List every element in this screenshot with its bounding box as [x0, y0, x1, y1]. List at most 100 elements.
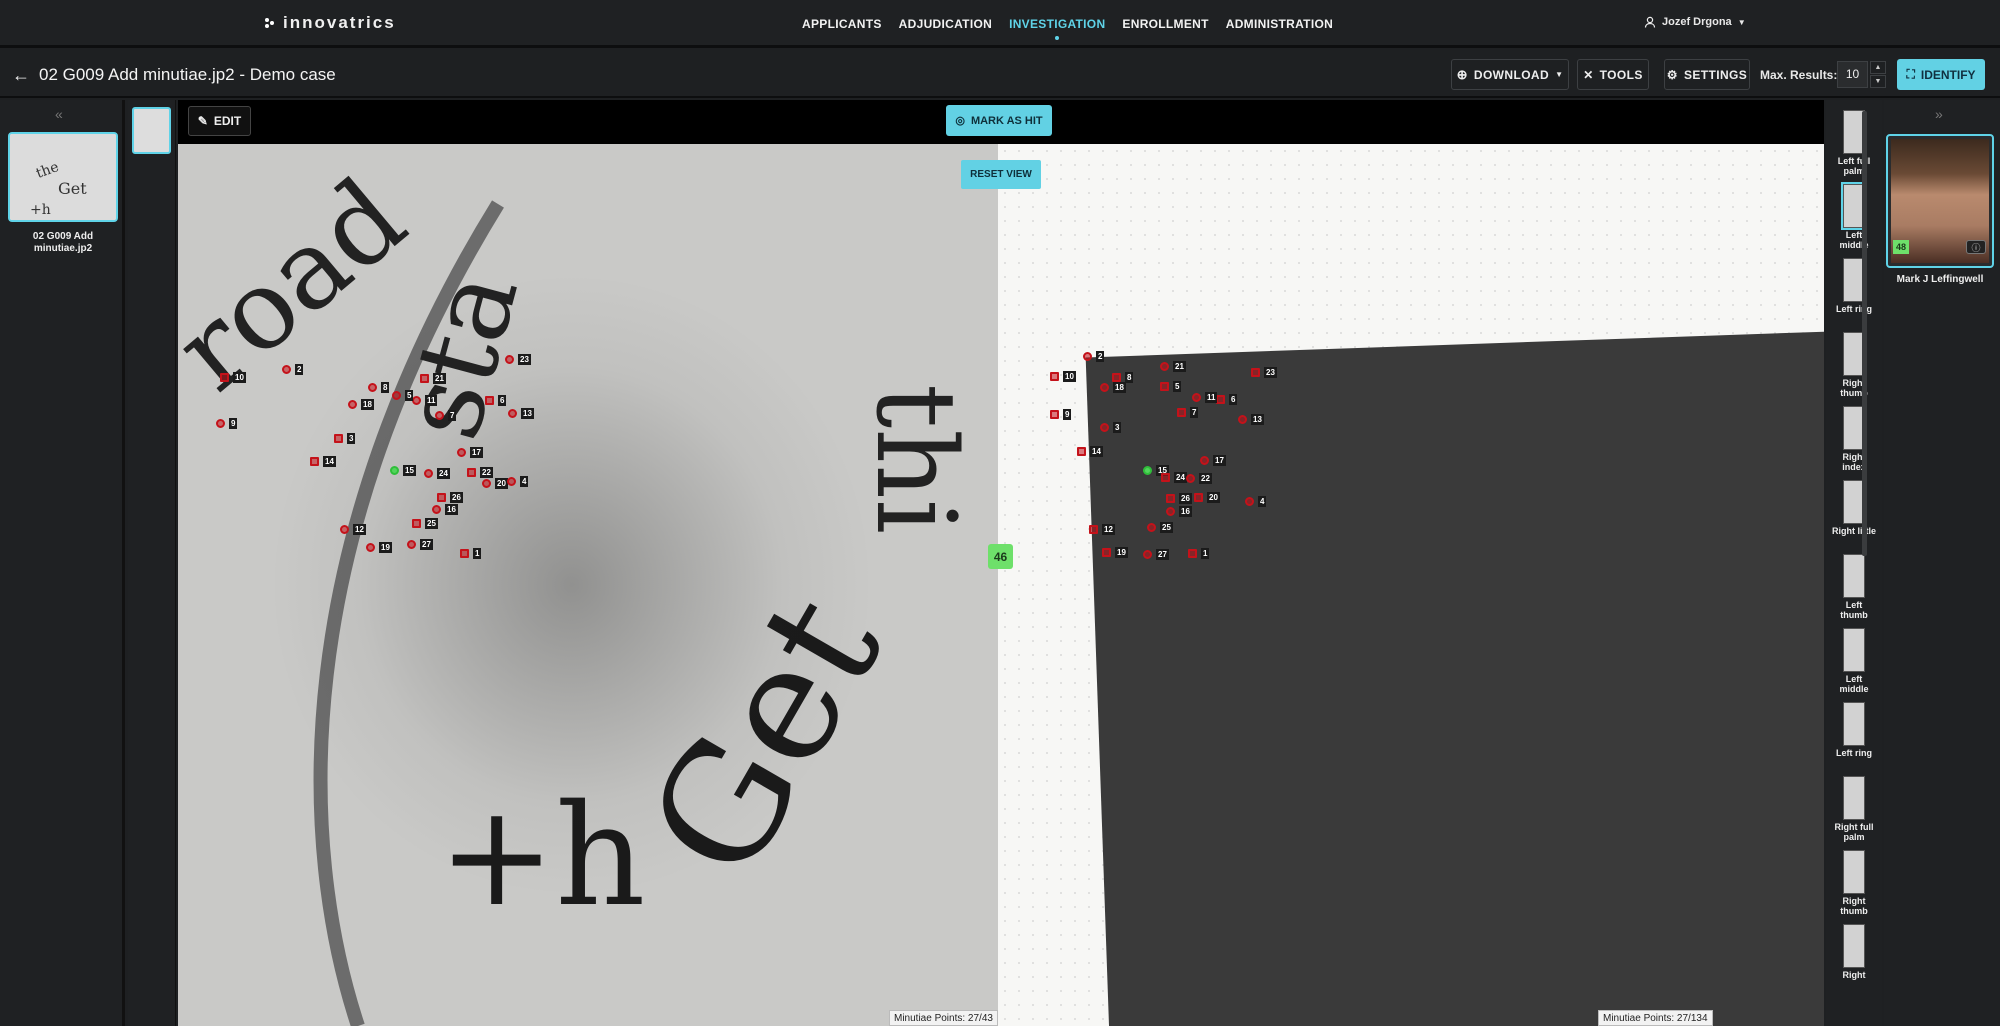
- case-toolbar: ← 02 G009 Add minutiae.jp2 - Demo case ⊕…: [0, 51, 2000, 98]
- finger-label: Right full palm: [1834, 822, 1874, 842]
- edit-label: EDIT: [213, 114, 242, 128]
- finger-thumbnail: [1843, 776, 1865, 820]
- chevron-down-icon: ▼: [1555, 70, 1564, 79]
- download-label: DOWNLOAD: [1473, 67, 1550, 82]
- selected-image-thumbnail[interactable]: [132, 107, 171, 154]
- finger-item[interactable]: Left ring: [1832, 258, 1876, 314]
- svg-text:+h: +h: [438, 775, 645, 938]
- finger-item[interactable]: Right: [1832, 924, 1876, 980]
- nav-item-adjudication[interactable]: ADJUDICATION: [899, 17, 992, 31]
- latent-thumbnail-image: the Get +h: [10, 134, 116, 220]
- finger-item[interactable]: Right index: [1832, 406, 1876, 472]
- settings-label: SETTINGS: [1683, 67, 1748, 82]
- finger-label: Left ring: [1836, 748, 1872, 758]
- user-icon: [1644, 16, 1656, 28]
- finger-thumbnail: [1843, 924, 1865, 968]
- top-bar: innovatrics APPLICANTS ADJUDICATION INVE…: [0, 0, 2000, 48]
- increment-icon[interactable]: ▲: [1870, 61, 1886, 74]
- finger-label: Right: [1842, 970, 1866, 980]
- reference-fingerprint: [1085, 330, 1824, 1026]
- finger-label: Left middle: [1839, 674, 1869, 694]
- download-icon: ⊕: [1456, 66, 1468, 82]
- case-title: 02 G009 Add minutiae.jp2 - Demo case: [39, 65, 336, 84]
- candidate-card[interactable]: 48 ⓘ: [1886, 134, 1994, 268]
- reference-minutiae-count: Minutiae Points: 27/134: [1598, 1010, 1713, 1026]
- svg-text:+h: +h: [30, 202, 51, 218]
- finger-thumbnail: [1843, 702, 1865, 746]
- finger-label: Left ring: [1836, 304, 1872, 314]
- finger-item[interactable]: Right little: [1832, 480, 1876, 536]
- collapse-left-icon[interactable]: «: [55, 106, 63, 122]
- finger-list-scrollbar[interactable]: [1862, 111, 1867, 556]
- finger-label: Left thumb: [1840, 600, 1868, 620]
- svg-text:road: road: [178, 153, 429, 415]
- brand-name: innovatrics: [283, 13, 396, 32]
- comparison-viewer: road sta Get +h thi ✎ EDIT ◎ MARK AS HIT…: [178, 100, 1824, 1026]
- max-results-label: Max. Results:: [1760, 68, 1838, 82]
- candidate-panel: » 48 ⓘ Mark J Leffingwell: [1884, 100, 2000, 1026]
- app-logo[interactable]: innovatrics: [265, 13, 396, 33]
- finger-item[interactable]: Left middle: [1832, 182, 1876, 250]
- match-score-badge: 46: [988, 544, 1013, 569]
- finger-thumbnail: [1843, 628, 1865, 672]
- finger-item[interactable]: Left ring: [1832, 702, 1876, 758]
- edit-button[interactable]: ✎ EDIT: [188, 106, 251, 136]
- decrement-icon[interactable]: ▼: [1870, 75, 1886, 88]
- finger-thumbnail: [1843, 554, 1865, 598]
- svg-text:thi: thi: [852, 384, 980, 534]
- nav-item-applicants[interactable]: APPLICANTS: [802, 17, 882, 31]
- pencil-icon: ✎: [197, 114, 208, 128]
- tools-icon: ✕: [1583, 67, 1594, 82]
- info-icon[interactable]: ⓘ: [1966, 240, 1986, 254]
- svg-text:Get: Get: [58, 179, 87, 198]
- logo-icon: [265, 18, 275, 28]
- finger-thumbnail: [1843, 850, 1865, 894]
- case-image-thumbnail[interactable]: the Get +h: [8, 132, 118, 222]
- finger-label: Right little: [1832, 526, 1876, 536]
- scan-icon: ⛶: [1906, 67, 1915, 81]
- download-button[interactable]: ⊕ DOWNLOAD ▼: [1451, 59, 1569, 90]
- tools-label: TOOLS: [1599, 67, 1643, 82]
- nav-item-administration[interactable]: ADMINISTRATION: [1226, 17, 1333, 31]
- reference-image[interactable]: [998, 144, 1824, 1026]
- chevron-down-icon: ▼: [1737, 17, 1746, 27]
- finger-item[interactable]: Right thumb: [1832, 850, 1876, 916]
- collapse-right-icon[interactable]: »: [1935, 106, 1943, 122]
- latent-image[interactable]: road sta Get +h thi: [178, 144, 998, 1026]
- reset-view-button[interactable]: RESET VIEW: [961, 160, 1041, 189]
- candidate-name: Mark J Leffingwell: [1896, 274, 1984, 285]
- back-arrow-icon[interactable]: ←: [12, 65, 30, 86]
- svg-text:Get: Get: [612, 565, 917, 907]
- finger-label: Right thumb: [1840, 896, 1868, 916]
- identify-label: IDENTIFY: [1920, 67, 1976, 82]
- finger-list: Left full palm Left middle Left ring Right …: [1826, 100, 1882, 1026]
- max-results-input[interactable]: 10: [1837, 61, 1868, 88]
- case-image-label: 02 G009 Add minutiae.jp2: [32, 231, 94, 254]
- main-nav: APPLICANTS ADJUDICATION INVESTIGATION EN…: [802, 17, 1333, 40]
- finger-item[interactable]: Left thumb: [1832, 554, 1876, 620]
- user-menu[interactable]: Jozef Drgona ▼: [1644, 16, 1746, 28]
- nav-item-enrollment[interactable]: ENROLLMENT: [1122, 17, 1208, 31]
- finger-item[interactable]: Left middle: [1832, 628, 1876, 694]
- svg-text:sta: sta: [376, 258, 543, 452]
- user-name: Jozef Drgona: [1662, 16, 1732, 28]
- image-thumb-column: [128, 100, 176, 1026]
- mark-as-hit-label: MARK AS HIT: [970, 114, 1043, 127]
- finger-label: Right index: [1842, 452, 1866, 472]
- nav-item-investigation[interactable]: INVESTIGATION: [1009, 17, 1105, 40]
- target-icon: ◎: [955, 115, 965, 127]
- finger-label: Left full palm: [1837, 156, 1871, 176]
- latent-minutiae-count: Minutiae Points: 27/43: [889, 1010, 998, 1026]
- identify-button[interactable]: ⛶ IDENTIFY: [1897, 59, 1985, 90]
- settings-button[interactable]: ⚙ SETTINGS: [1664, 59, 1750, 90]
- finger-label: Left middle: [1839, 230, 1869, 250]
- case-panel: « the Get +h 02 G009 Add minutiae.jp2: [0, 100, 125, 1026]
- gear-icon: ⚙: [1666, 67, 1678, 82]
- mark-as-hit-button[interactable]: ◎ MARK AS HIT: [946, 105, 1052, 136]
- candidate-score-badge: 48: [1893, 240, 1909, 254]
- finger-item[interactable]: Right full palm: [1832, 776, 1876, 842]
- finger-item[interactable]: Right thumb: [1832, 332, 1876, 398]
- finger-item[interactable]: Left full palm: [1832, 110, 1876, 176]
- tools-button[interactable]: ✕ TOOLS: [1577, 59, 1649, 90]
- finger-label: Right thumb: [1840, 378, 1868, 398]
